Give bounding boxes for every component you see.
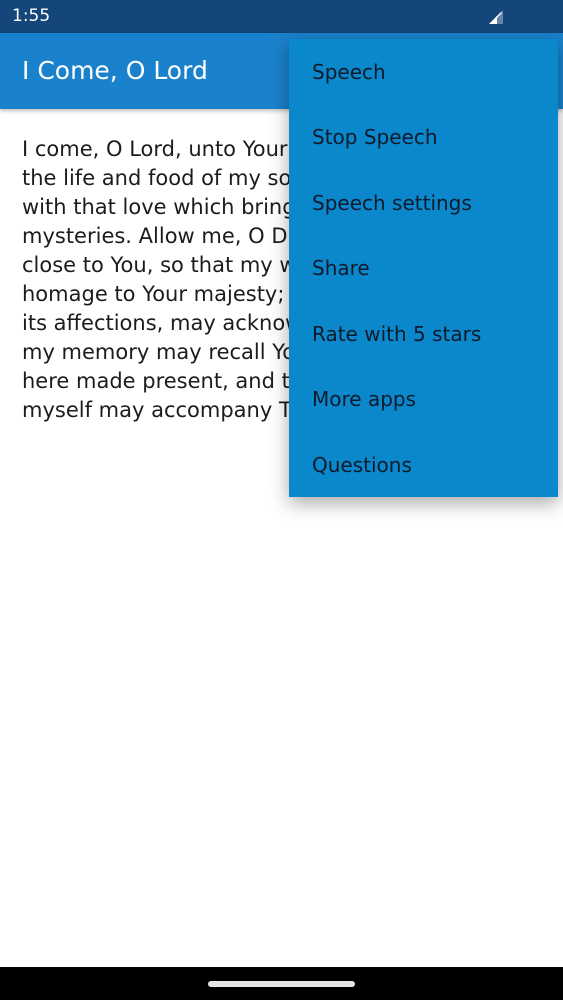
menu-item-speech[interactable]: Speech [289, 39, 558, 105]
menu-item-share[interactable]: Share [289, 236, 558, 302]
app-title: I Come, O Lord [22, 56, 208, 85]
menu-item-rate[interactable]: Rate with 5 stars [289, 301, 558, 367]
status-time: 1:55 [12, 6, 51, 26]
status-bar: 1:55 [0, 0, 563, 33]
menu-item-speech-settings[interactable]: Speech settings [289, 170, 558, 236]
menu-item-stop-speech[interactable]: Stop Speech [289, 105, 558, 171]
menu-item-more-apps[interactable]: More apps [289, 367, 558, 433]
navigation-bar [0, 967, 563, 1000]
menu-item-questions[interactable]: Questions [289, 432, 558, 498]
signal-icon [487, 8, 505, 26]
home-handle[interactable] [208, 981, 355, 987]
overflow-menu: Speech Stop Speech Speech settings Share… [289, 39, 558, 497]
